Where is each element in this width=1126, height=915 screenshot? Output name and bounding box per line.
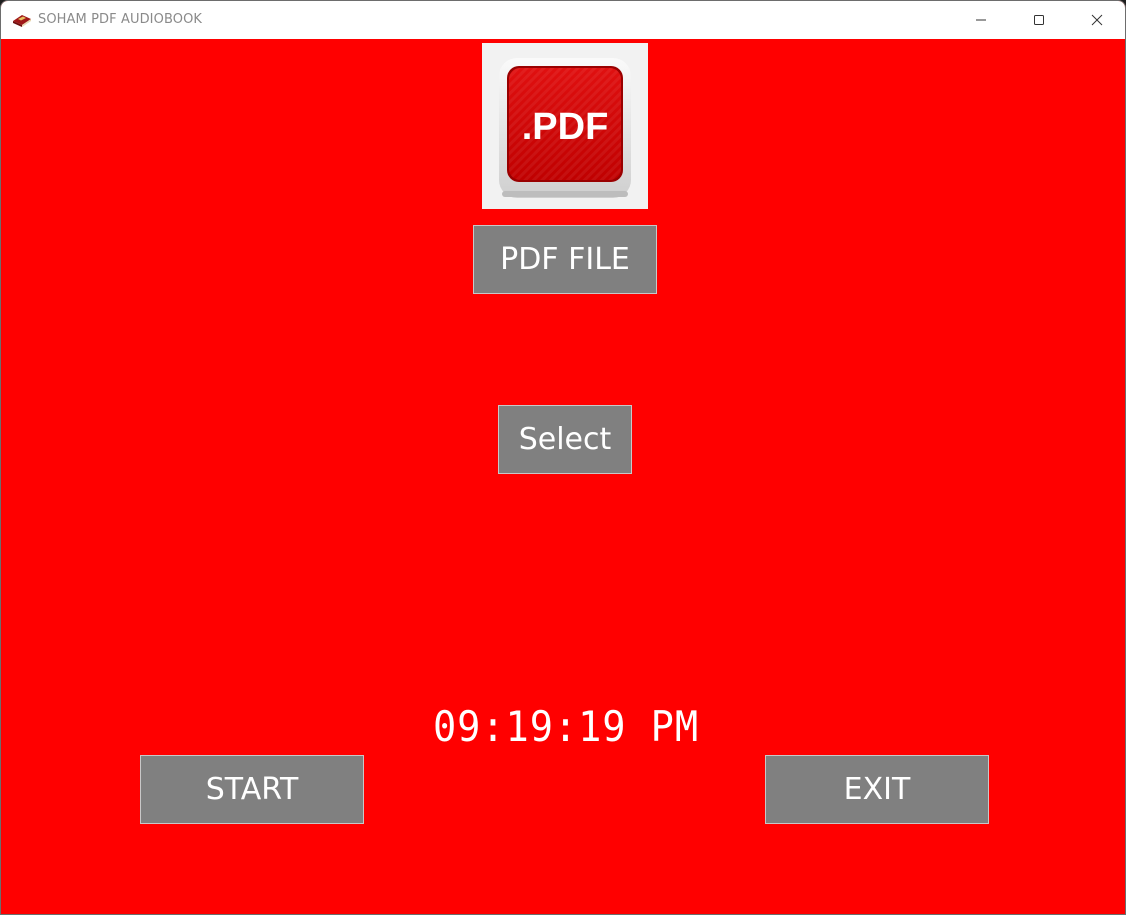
title-bar[interactable]: SOHAM PDF AUDIOBOOK xyxy=(1,1,1125,39)
select-button[interactable]: Select xyxy=(498,405,632,474)
start-button[interactable]: START xyxy=(140,755,364,824)
digital-clock: 09:19:19 PM xyxy=(432,702,700,751)
pdf-file-button[interactable]: PDF FILE xyxy=(473,225,657,294)
window-title: SOHAM PDF AUDIOBOOK xyxy=(38,12,203,27)
maximize-icon xyxy=(1033,11,1045,30)
close-button[interactable] xyxy=(1068,1,1125,39)
app-window: SOHAM PDF AUDIOBOOK .PDF PDF FILE Select… xyxy=(0,0,1126,915)
minimize-icon xyxy=(975,11,987,30)
minimize-button[interactable] xyxy=(952,1,1010,39)
main-panel: .PDF PDF FILE Select 09:19:19 PM START E… xyxy=(1,39,1125,914)
exit-button[interactable]: EXIT xyxy=(765,755,989,824)
pdf-logo-text: .PDF xyxy=(522,106,609,148)
book-icon xyxy=(12,12,32,28)
maximize-button[interactable] xyxy=(1010,1,1068,39)
close-icon xyxy=(1091,11,1103,30)
pdf-file-icon: .PDF xyxy=(482,43,648,209)
